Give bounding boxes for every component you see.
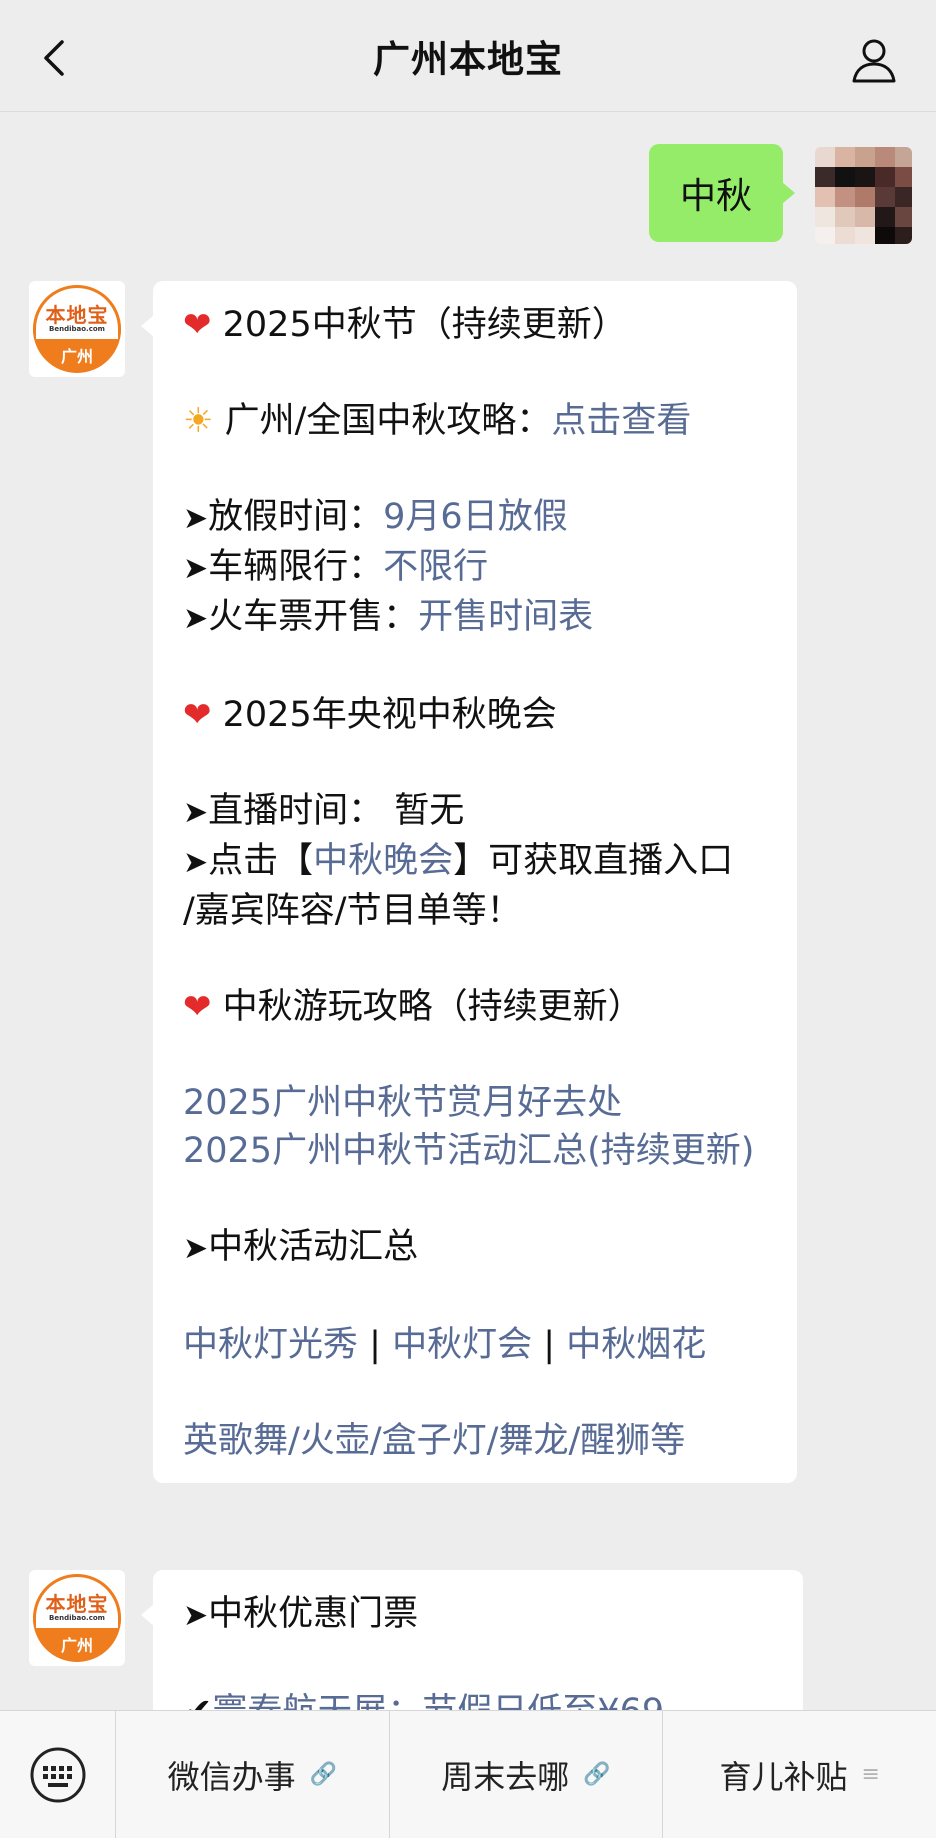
arrow-icon: ➤: [183, 1231, 209, 1266]
user-message-bubble[interactable]: 中秋: [649, 144, 795, 242]
holiday-label: 放假时间：: [208, 497, 384, 537]
separator: /: [486, 1421, 499, 1461]
event-link[interactable]: 中秋灯光秀: [183, 1325, 358, 1365]
click-prefix: 点击【: [208, 841, 314, 881]
custom-link[interactable]: 醒狮等: [580, 1421, 685, 1461]
separator: /: [568, 1421, 581, 1461]
events-title: 中秋活动汇总: [208, 1227, 419, 1267]
sun-icon: ☀: [183, 401, 214, 441]
event-link[interactable]: 中秋灯会: [392, 1325, 532, 1365]
arrow-icon: ➤: [183, 1598, 209, 1633]
holiday-link[interactable]: 9月6日放假: [383, 497, 568, 537]
separator: /: [288, 1421, 300, 1461]
separator: |: [369, 1325, 381, 1365]
logo-badge: 本地宝 Bendibao.com 广州: [33, 1574, 121, 1662]
guide-link[interactable]: 点击查看: [551, 401, 691, 441]
train-link[interactable]: 开售时间表: [418, 597, 593, 637]
heart-icon: ❤: [183, 305, 212, 345]
separator: /: [369, 1421, 382, 1461]
check-icon: ✔: [183, 1692, 212, 1710]
arrow-icon: ➤: [183, 551, 209, 586]
menu-weekend[interactable]: 周末去哪 🔗: [390, 1711, 664, 1838]
article-link[interactable]: 2025广州中秋节活动汇总(持续更新): [183, 1127, 769, 1175]
traffic-link[interactable]: 不限行: [383, 547, 488, 587]
separator: |: [543, 1325, 556, 1365]
link-icon: 🔗: [583, 1762, 611, 1787]
article-link[interactable]: 2025广州中秋节赏月好去处: [183, 1079, 769, 1127]
custom-link[interactable]: 英歌舞: [183, 1421, 288, 1461]
keyboard-icon: [30, 1747, 85, 1803]
arrow-icon: ➤: [183, 795, 209, 830]
menu-wechat-services[interactable]: 微信办事 🔗: [116, 1711, 390, 1838]
click-line2: /嘉宾阵容/节目单等！: [183, 891, 522, 931]
arrow-icon: ➤: [183, 601, 209, 636]
section-title: 中秋游玩攻略（持续更新）: [222, 987, 643, 1027]
user-avatar[interactable]: [815, 147, 912, 244]
link-icon: 🔗: [309, 1762, 338, 1787]
menu-childcare-subsidy[interactable]: 育儿补贴 ≡: [663, 1711, 936, 1838]
guide-label: 广州/全国中秋攻略：: [224, 401, 552, 441]
menu-label: 周末去哪: [441, 1757, 570, 1796]
traffic-label: 车辆限行：: [208, 547, 384, 587]
nav-header: 广州本地宝: [0, 0, 936, 112]
section-title: 2025中秋节（持续更新）: [222, 305, 627, 345]
arrow-icon: ➤: [183, 501, 209, 536]
click-suffix: 】可获取直播入口: [453, 841, 734, 881]
bottom-menu-bar: 微信办事 🔗 周末去哪 🔗 育儿补贴 ≡: [0, 1710, 936, 1838]
submenu-icon: ≡: [861, 1762, 880, 1787]
train-label: 火车票开售：: [208, 597, 419, 637]
heart-icon: ❤: [183, 987, 212, 1027]
official-account-avatar[interactable]: 本地宝 Bendibao.com 广州: [29, 281, 125, 377]
ticket-link[interactable]: 寰泰航天展：节假日低至¥69: [212, 1692, 664, 1710]
custom-link[interactable]: 火壶: [300, 1421, 370, 1461]
event-link[interactable]: 中秋烟花: [566, 1325, 706, 1365]
section-title: 2025年央视中秋晚会: [222, 695, 557, 735]
official-account-avatar[interactable]: 本地宝 Bendibao.com 广州: [29, 1570, 125, 1666]
logo-badge: 本地宝 Bendibao.com 广州: [33, 285, 121, 373]
arrow-icon: ➤: [183, 845, 209, 880]
custom-link[interactable]: 舞龙: [498, 1421, 568, 1461]
chat-area[interactable]: 中秋 本地宝 Bendibao.com 广州 ❤ 2025中秋节（持续更新） ☀…: [0, 112, 936, 1710]
page-title: 广州本地宝: [373, 37, 563, 81]
bot-message-bubble: ❤ 2025中秋节（持续更新） ☀ 广州/全国中秋攻略：点击查看 ➤放假时间：9…: [141, 281, 797, 1483]
live-time: 直播时间： 暂无: [208, 791, 465, 831]
menu-label: 微信办事: [167, 1757, 296, 1796]
ticket-title: 中秋优惠门票: [208, 1594, 419, 1634]
gala-link[interactable]: 中秋晚会: [313, 841, 453, 881]
keyboard-toggle-button[interactable]: [0, 1711, 116, 1838]
heart-icon: ❤: [183, 695, 212, 735]
custom-link[interactable]: 盒子灯: [382, 1421, 487, 1461]
back-icon[interactable]: [36, 38, 76, 78]
bot-message-bubble: ➤中秋优惠门票 ✔寰泰航天展：节假日低至¥69: [141, 1570, 803, 1710]
menu-label: 育儿补贴: [719, 1757, 848, 1796]
profile-icon[interactable]: [850, 36, 898, 84]
